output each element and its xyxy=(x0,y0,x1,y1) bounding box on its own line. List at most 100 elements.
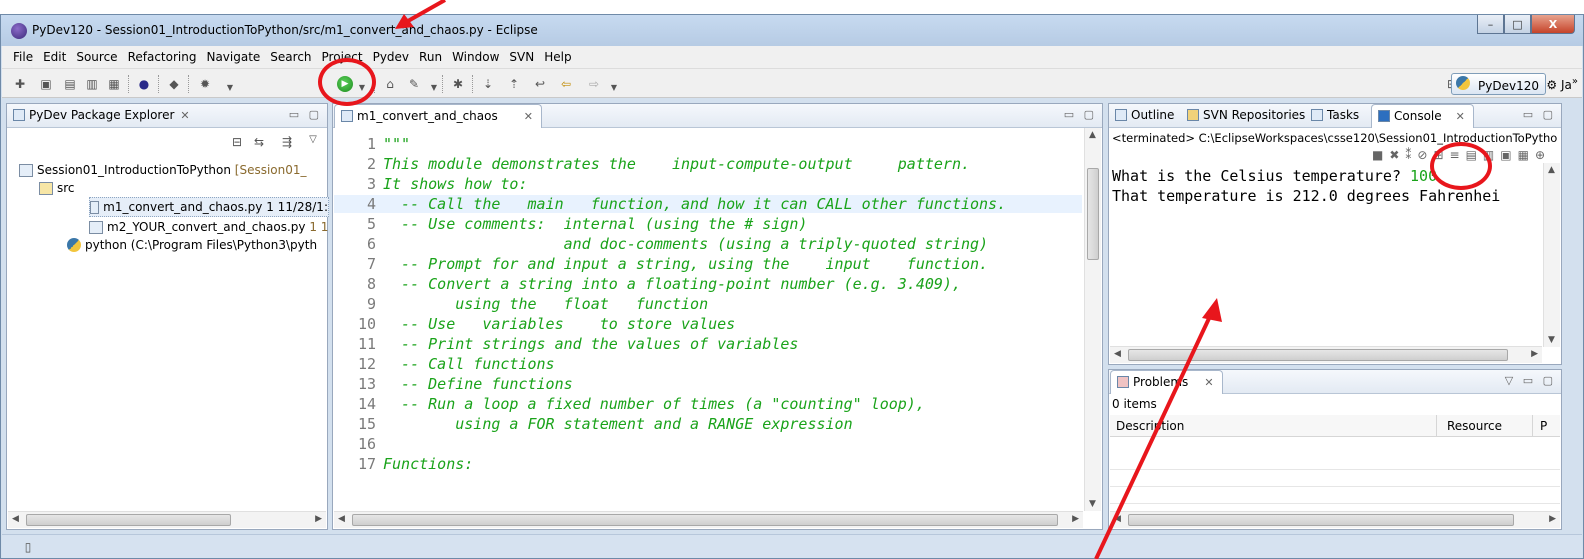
code-line[interactable]: 10 -- Use variables to store values xyxy=(334,315,1082,333)
tab-console[interactable]: Console ✕ xyxy=(1371,104,1474,128)
close-tab-icon[interactable]: ✕ xyxy=(180,109,189,122)
save-all-icon[interactable]: ▥ xyxy=(84,76,100,92)
maximize-button[interactable]: □ xyxy=(1504,15,1531,34)
column-path[interactable]: P xyxy=(1540,419,1547,433)
scroll-down-icon[interactable]: ▼ xyxy=(1089,499,1096,509)
problems-horizontal-scrollbar[interactable]: ◀ ▶ xyxy=(1110,511,1560,528)
code-line[interactable]: 4 -- Call the main function, and how it … xyxy=(334,195,1082,213)
minimize-maximize-icon[interactable]: ▭ ▢ xyxy=(1064,108,1097,121)
fast-view-icon[interactable]: ▯ xyxy=(20,539,36,555)
back-icon[interactable]: ⇦ xyxy=(558,76,574,92)
menu-navigate[interactable]: Navigate xyxy=(201,50,265,64)
remove-launch-icon[interactable]: ✖ xyxy=(1389,148,1405,162)
menu-help[interactable]: Help xyxy=(539,50,576,64)
scroll-thumb[interactable] xyxy=(1128,349,1508,361)
view-menu-icon[interactable]: ▽ xyxy=(305,132,321,148)
new-icon[interactable]: ✚ xyxy=(12,76,28,92)
code-line[interactable]: 8 -- Convert a string into a floating-po… xyxy=(334,275,1082,293)
next-annotation-icon[interactable]: ⇣ xyxy=(480,76,496,92)
code-line[interactable]: 3 It shows how to: xyxy=(334,175,1082,193)
scroll-thumb[interactable] xyxy=(1128,514,1514,526)
scroll-down-icon[interactable]: ▼ xyxy=(1548,335,1555,345)
minimize-button[interactable]: – xyxy=(1477,15,1504,34)
scroll-left-icon[interactable]: ◀ xyxy=(1114,514,1121,524)
menu-window[interactable]: Window xyxy=(447,50,504,64)
menu-refactoring[interactable]: Refactoring xyxy=(123,50,202,64)
tab-outline[interactable]: Outline xyxy=(1109,104,1182,128)
new-project-icon[interactable]: ▣ xyxy=(38,76,54,92)
forward-dropdown-icon[interactable]: ▼ xyxy=(606,80,622,96)
java-perspective-button[interactable]: ⚙ Ja» xyxy=(1546,76,1578,92)
save-icon[interactable]: ▤ xyxy=(62,76,78,92)
collapse-all-icon[interactable]: ⊟ xyxy=(229,134,245,150)
open-folder-icon[interactable]: ⌂ xyxy=(382,76,398,92)
scroll-thumb[interactable] xyxy=(1087,168,1099,260)
scroll-thumb[interactable] xyxy=(352,514,1058,526)
scroll-up-icon[interactable]: ▲ xyxy=(1548,165,1555,175)
scroll-right-icon[interactable]: ▶ xyxy=(315,514,322,524)
close-tab-icon[interactable]: ✕ xyxy=(524,110,533,123)
link-editor-icon[interactable]: ⇆ xyxy=(251,134,267,150)
code-line[interactable]: 16 xyxy=(334,435,1082,453)
code-line[interactable]: 17 Functions: xyxy=(334,455,1082,473)
tree-item-m2-file[interactable]: m2_YOUR_convert_and_chaos.py 1 1 xyxy=(89,217,328,237)
column-description[interactable]: Description xyxy=(1116,419,1184,433)
prev-annotation-icon[interactable]: ⇡ xyxy=(506,76,522,92)
last-edit-icon[interactable]: ↩ xyxy=(532,76,548,92)
debug-dropdown-icon[interactable]: ▼ xyxy=(222,80,238,96)
view-menu-icon[interactable]: ▽ ▭ ▢ xyxy=(1505,374,1556,387)
console-horizontal-scrollbar[interactable]: ◀ ▶ xyxy=(1110,346,1542,363)
tab-tasks[interactable]: Tasks xyxy=(1305,104,1367,128)
code-line[interactable]: 9 using the float function xyxy=(334,295,1082,313)
editor-vertical-scrollbar[interactable]: ▲ ▼ xyxy=(1084,128,1101,511)
menu-edit[interactable]: Edit xyxy=(38,50,71,64)
tree-item-m1-file[interactable]: m1_convert_and_chaos.py 1 11/28/1: xyxy=(89,197,329,217)
code-line[interactable]: 13 -- Define functions xyxy=(334,375,1082,393)
display-console-icon[interactable]: ▦ xyxy=(1518,148,1535,162)
scroll-thumb[interactable] xyxy=(26,514,231,526)
code-line[interactable]: 11 -- Print strings and the values of va… xyxy=(334,335,1082,353)
scroll-left-icon[interactable]: ◀ xyxy=(338,514,345,524)
edit-dropdown-icon[interactable]: ▼ xyxy=(426,80,442,96)
annotation-icon[interactable]: ✱ xyxy=(450,76,466,92)
code-line[interactable]: 5 -- Use comments: internal (using the #… xyxy=(334,215,1082,233)
code-line[interactable]: 6 and doc-comments (using a triply-quote… xyxy=(334,235,1082,253)
tree-item-src[interactable]: src xyxy=(39,178,75,198)
tree-item-python-interpreter[interactable]: python (C:\Program Files\Python3\pyth xyxy=(67,235,317,255)
scroll-left-icon[interactable]: ◀ xyxy=(1114,349,1121,359)
minimize-maximize-icon[interactable]: ▭ ▢ xyxy=(289,108,322,121)
menu-search[interactable]: Search xyxy=(265,50,316,64)
scroll-left-icon[interactable]: ◀ xyxy=(12,514,19,524)
code-line[interactable]: 14 -- Run a loop a fixed number of times… xyxy=(334,395,1082,413)
terminate-icon[interactable]: ■ xyxy=(1372,148,1389,162)
minimize-maximize-icon[interactable]: ▭ ▢ xyxy=(1523,108,1556,121)
perspective-dot-icon[interactable]: ● xyxy=(136,76,152,92)
code-line[interactable]: 1 """ xyxy=(334,135,1082,153)
code-line[interactable]: 12 -- Call functions xyxy=(334,355,1082,373)
python-project-icon[interactable]: ◆ xyxy=(166,76,182,92)
menu-file[interactable]: File xyxy=(8,50,38,64)
scroll-up-icon[interactable]: ▲ xyxy=(1089,130,1096,140)
code-editor[interactable]: 1 """ 2 This module demonstrates the input-… xyxy=(334,128,1082,511)
close-tab-icon[interactable]: ✕ xyxy=(1204,376,1213,389)
menu-source[interactable]: Source xyxy=(71,50,122,64)
menu-svn[interactable]: SVN xyxy=(504,50,539,64)
column-resource[interactable]: Resource xyxy=(1447,419,1502,433)
remove-all-icon[interactable]: ⁑ xyxy=(1405,148,1417,162)
explorer-horizontal-scrollbar[interactable]: ◀ ▶ xyxy=(8,511,326,528)
forward-icon[interactable]: ⇨ xyxy=(586,76,602,92)
tab-package-explorer[interactable]: PyDev Package Explorer ✕ xyxy=(7,104,198,128)
tab-editor-m1[interactable]: m1_convert_and_chaos ✕ xyxy=(334,104,542,128)
scroll-right-icon[interactable]: ▶ xyxy=(1531,349,1538,359)
tab-problems[interactable]: Problems ✕ xyxy=(1110,370,1223,394)
scroll-right-icon[interactable]: ▶ xyxy=(1549,514,1556,524)
pin-console-icon[interactable]: ▣ xyxy=(1500,148,1517,162)
tree-item-project[interactable]: Session01_IntroductionToPython [Session0… xyxy=(19,160,307,180)
debug-icon[interactable]: ✹ xyxy=(197,76,213,92)
open-console-icon[interactable]: ⊕ xyxy=(1535,148,1551,162)
close-tab-icon[interactable]: ✕ xyxy=(1456,110,1465,123)
print-icon[interactable]: ▦ xyxy=(106,76,122,92)
editor-horizontal-scrollbar[interactable]: ◀ ▶ xyxy=(334,511,1083,528)
tab-svn-repositories[interactable]: SVN Repositories xyxy=(1181,104,1313,128)
edit-icon[interactable]: ✎ xyxy=(406,76,422,92)
